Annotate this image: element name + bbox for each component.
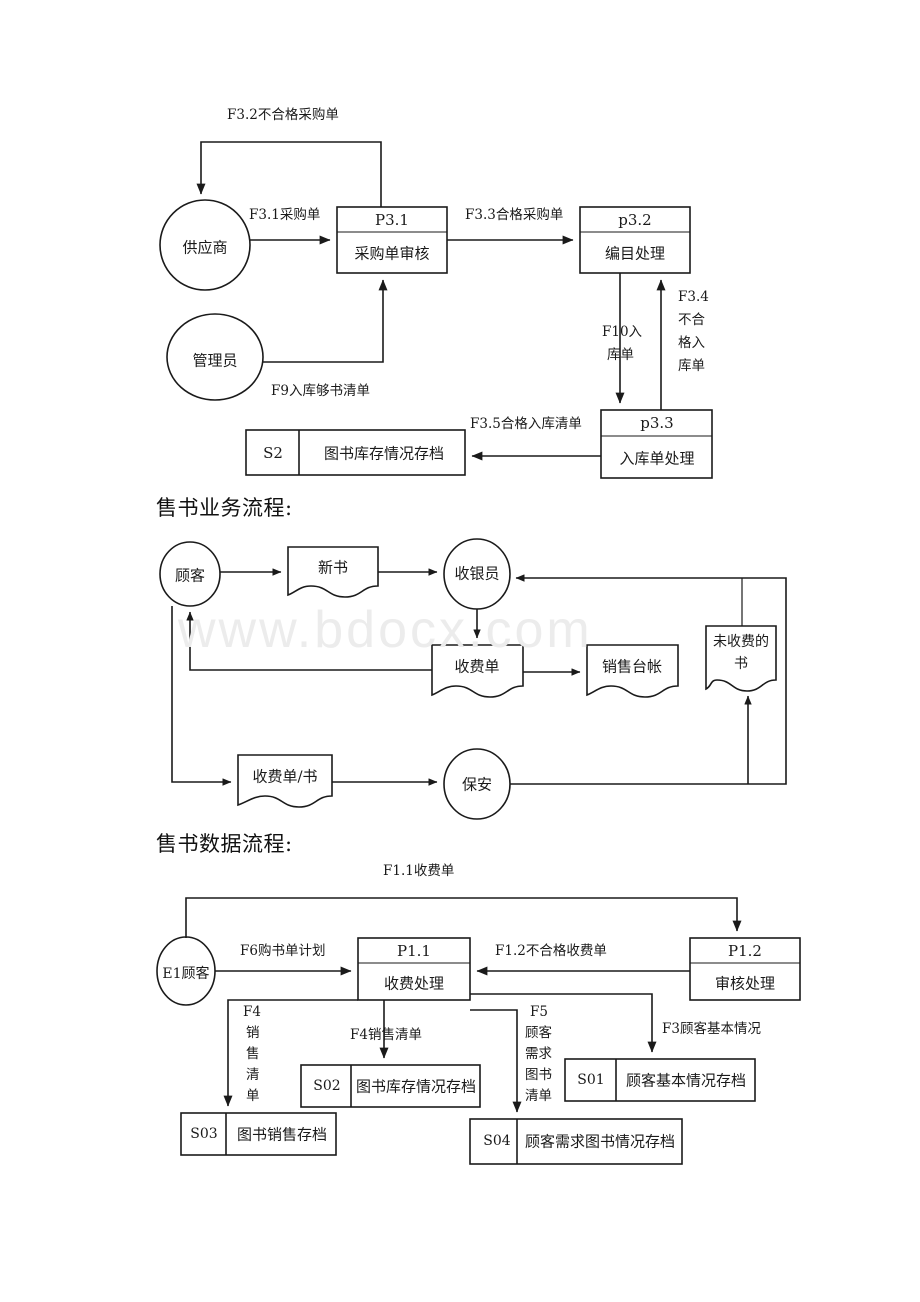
document-unpaid-label-line1: 未收费的 [713, 634, 769, 650]
flow-label-f4v-part3: 售 [246, 1046, 260, 1062]
section-title-sell-business: 售书业务流程: [156, 496, 293, 520]
flow-label-f4v-part5: 单 [246, 1088, 260, 1104]
store-s04-label: 顾客需求图书情况存档 [524, 1132, 676, 1151]
flow-label-f32: F3.2不合格采购单 [227, 107, 339, 123]
flow-label-f12: F1.2不合格收费单 [495, 943, 607, 959]
store-s03-label: 图书销售存档 [236, 1125, 328, 1144]
store-s02-label: 图书库存情况存档 [355, 1077, 477, 1096]
document-unpaid-label-line2: 书 [734, 656, 748, 672]
flow-label-f6: F6购书单计划 [240, 943, 326, 959]
flow-label-f5-part4: 图书 [525, 1067, 552, 1083]
process-p33-label: 入库单处理 [619, 449, 695, 468]
flow-label-f5-part2: 顾客 [525, 1025, 552, 1041]
document-ledger-label: 销售台帐 [601, 657, 663, 676]
store-s03-number: S03 [190, 1126, 218, 1142]
document-receipt-book-label: 收费单/书 [252, 767, 318, 786]
flow-label-f4h: F4销售清单 [350, 1027, 422, 1043]
store-s04-number: S04 [483, 1133, 511, 1149]
process-p31-number: P3.1 [375, 211, 409, 229]
store-s2-number: S2 [263, 444, 283, 462]
flow-guard-unpaid [510, 700, 786, 784]
flow-label-f10-line2: 库单 [607, 347, 634, 363]
section-title-sell-data: 售书数据流程: [156, 832, 293, 856]
store-s01-number: S01 [577, 1072, 605, 1088]
store-s2-label: 图书库存情况存档 [323, 444, 445, 463]
flow-label-f31: F3.1采购单 [249, 207, 321, 223]
flow-label-f3: F3顾客基本情况 [662, 1021, 761, 1037]
flow-f11-line [185, 897, 742, 938]
flow-label-f34-part1: F3.4 [678, 289, 709, 305]
external-guard-label: 保安 [461, 775, 493, 794]
flow-label-f9: F9入库够书清单 [271, 383, 370, 399]
store-s01-label: 顾客基本情况存档 [625, 1071, 747, 1090]
flow-receipt-customer [186, 611, 432, 671]
flow-label-f34-part4: 库单 [678, 358, 705, 374]
diagram-page: www.bdocx.com 售书业务流程: 售书数据流程: 供应商 管理员 P3… [0, 0, 920, 1302]
flow-label-f4v-part2: 销 [246, 1025, 260, 1041]
flow-label-f10-line1: F10入 [602, 324, 643, 340]
document-receipt-label: 收费单 [454, 657, 500, 676]
external-e1-label: E1顾客 [162, 966, 210, 982]
flow-label-f34-part3: 格入 [678, 335, 705, 351]
flow-f32-line [196, 141, 382, 207]
flow-label-f4v-part4: 清 [246, 1067, 260, 1083]
flow-f9-line [263, 279, 388, 363]
store-s02-number: S02 [313, 1078, 341, 1094]
flow-label-f34-part2: 不合 [678, 312, 705, 328]
external-supplier-label: 供应商 [182, 238, 228, 257]
external-admin-label: 管理员 [192, 351, 238, 370]
flow-label-f35: F3.5合格入库清单 [470, 416, 582, 432]
flow-label-f4v-part1: F4 [243, 1004, 261, 1020]
process-p32-number: p3.2 [618, 211, 652, 229]
process-p11-number: P1.1 [397, 942, 431, 960]
external-customer-label: 顾客 [174, 566, 206, 585]
flow-label-f11: F1.1收费单 [383, 863, 455, 879]
flow-label-f5-part1: F5 [530, 1004, 548, 1020]
flow-f3-line [470, 993, 657, 1053]
flow-label-f33: F3.3合格采购单 [465, 207, 564, 223]
flow-label-f5-part3: 需求 [525, 1046, 552, 1062]
external-cashier-label: 收银员 [454, 564, 500, 583]
process-p12-number: P1.2 [728, 942, 762, 960]
process-p33-number: p3.3 [640, 414, 674, 432]
process-p12-label: 审核处理 [714, 974, 776, 993]
process-p31-label: 采购单审核 [354, 244, 430, 263]
flow-customer-receiptbook [171, 606, 232, 786]
document-newbook-label: 新书 [317, 558, 349, 577]
diagram-canvas [156, 141, 801, 1165]
process-p32-label: 编目处理 [604, 244, 666, 263]
process-p11-label: 收费处理 [383, 974, 445, 993]
flow-label-f5-part5: 清单 [525, 1088, 552, 1104]
